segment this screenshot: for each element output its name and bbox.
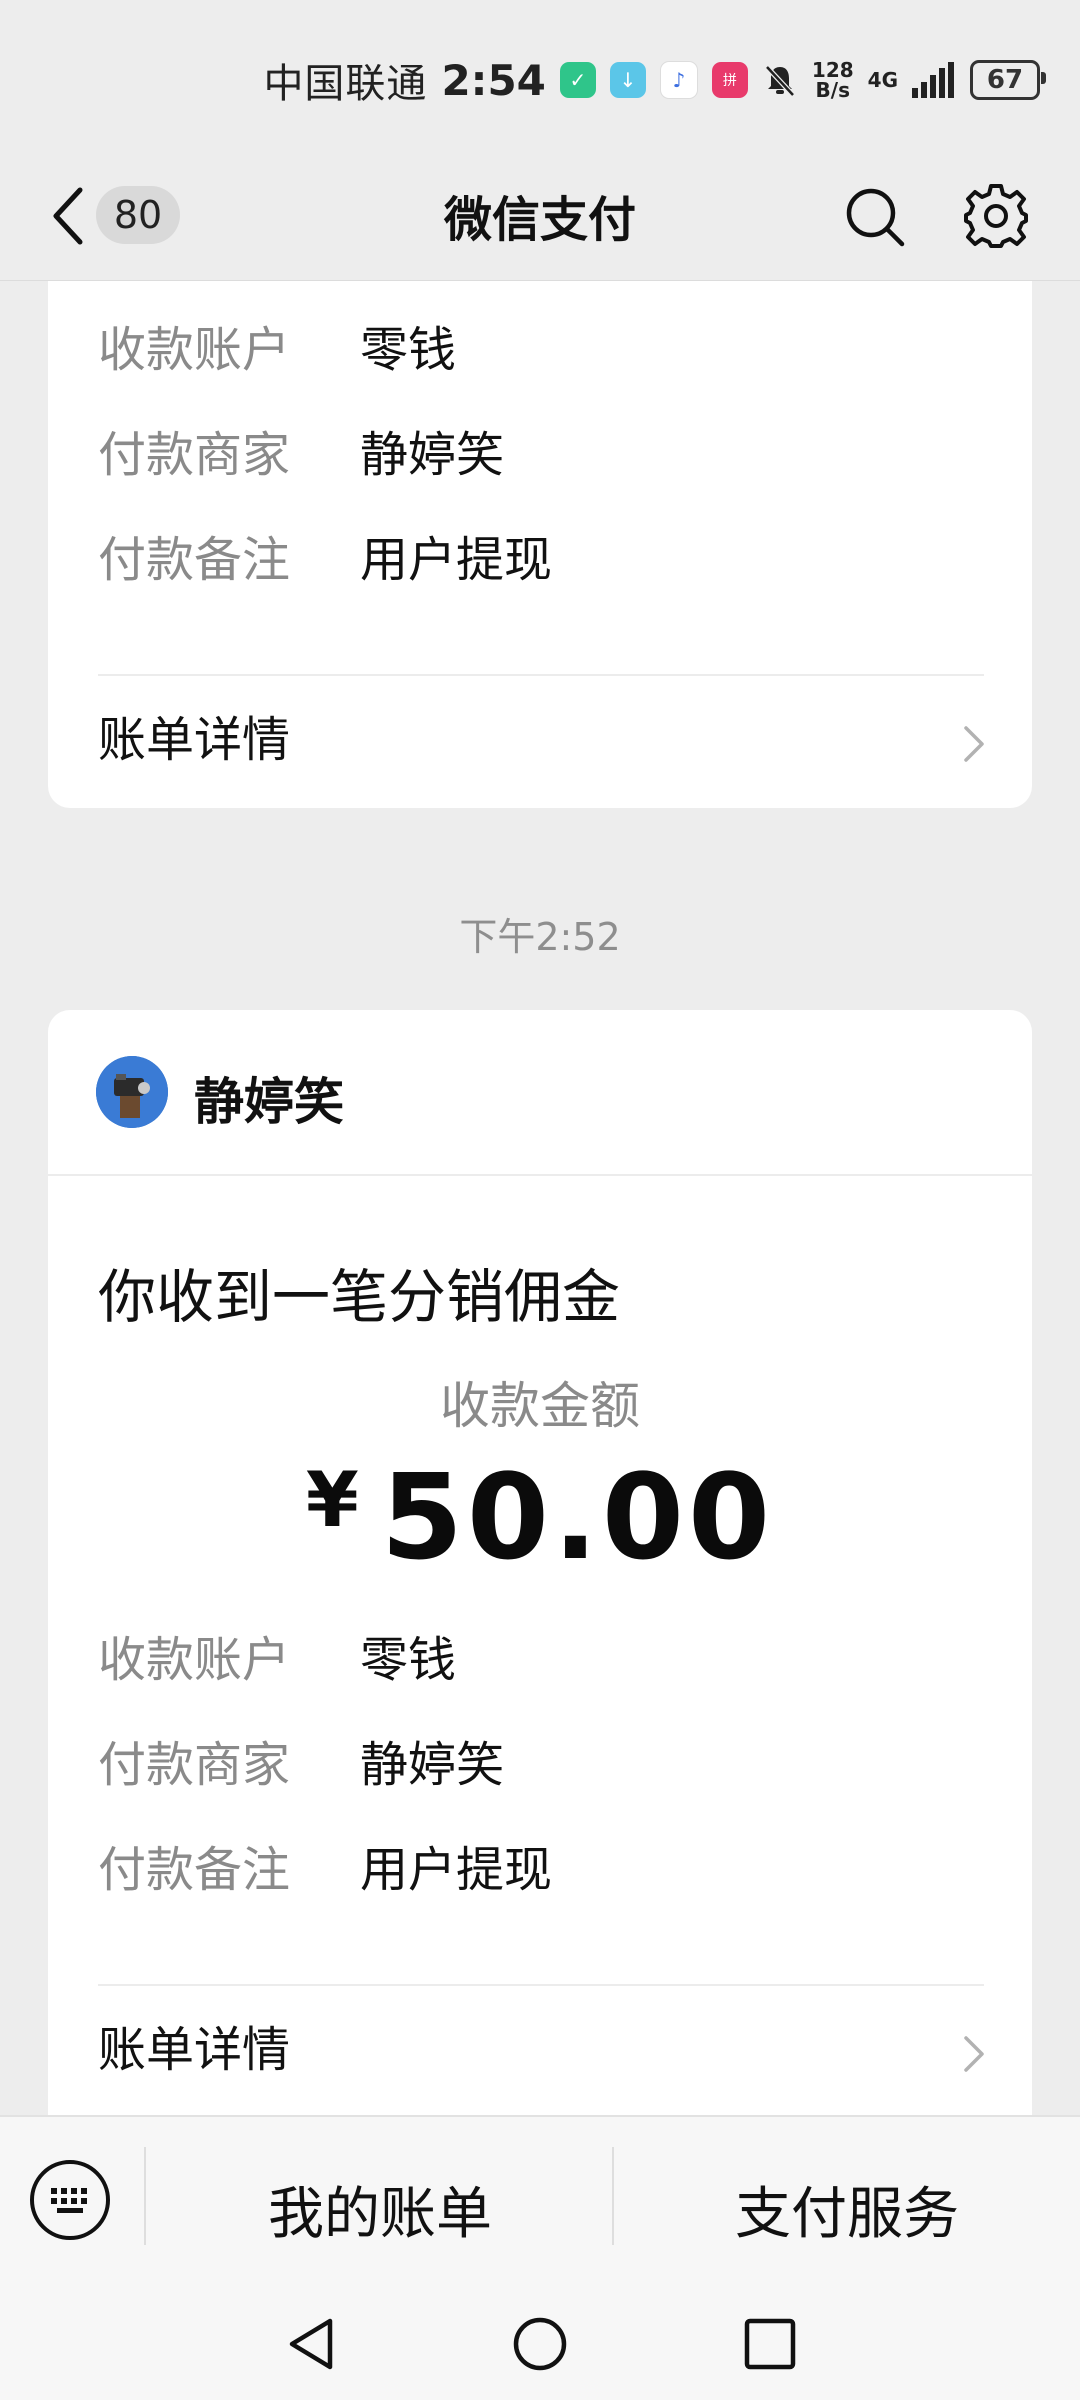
bill-detail-link[interactable]: 账单详情: [98, 700, 290, 770]
net-speed: 128 B/s: [811, 58, 854, 102]
info-row-remark: 付款备注 用户提现: [98, 1842, 553, 1898]
page-title: 微信支付: [443, 192, 636, 248]
info-row-account: 收款账户 零钱: [98, 322, 457, 378]
chevron-right-icon: [964, 2036, 984, 2072]
gear-icon[interactable]: [962, 182, 1030, 250]
message-timestamp: 下午2:52: [459, 915, 621, 959]
shopping-app-icon: 拼: [711, 62, 748, 98]
info-row-account: 收款账户 零钱: [98, 1632, 457, 1688]
menu-pay-services[interactable]: 支付服务: [614, 2169, 1080, 2250]
music-app-icon: ♪: [659, 61, 698, 99]
status-bar: 中国联通 2:54 ✓ ↓ ♪ 拼 128 B/s 4G 67: [0, 0, 1080, 150]
amount-display: ¥50.00: [48, 1448, 1032, 1586]
amount-label: 收款金额: [440, 1377, 640, 1435]
divider: [48, 1174, 1032, 1176]
keyboard-icon[interactable]: [30, 2160, 110, 2240]
info-row-merchant: 付款商家 静婷笑: [98, 1737, 505, 1793]
nav-home-icon[interactable]: [511, 2315, 569, 2373]
system-navigation-bar: [0, 2285, 1080, 2400]
signal-icon: [912, 62, 954, 98]
bill-detail-link[interactable]: 账单详情: [98, 2010, 290, 2080]
chevron-right-icon: [964, 726, 984, 762]
top-nav-bar: 80 微信支付: [0, 150, 1080, 281]
notification-title: 你收到一笔分销佣金: [98, 1263, 621, 1331]
download-app-icon: ↓: [609, 62, 646, 98]
carrier-label: 中国联通: [263, 61, 428, 107]
mute-bell-icon: [765, 65, 795, 97]
network-type: 4G: [867, 68, 898, 92]
currency-symbol: ¥: [305, 1455, 359, 1544]
search-icon[interactable]: [844, 186, 906, 248]
nav-back-icon[interactable]: [282, 2315, 338, 2373]
menu-my-bills[interactable]: 我的账单: [146, 2169, 614, 2250]
payment-card-previous[interactable]: 收款账户 零钱 付款商家 静婷笑 付款备注 用户提现 账单详情: [48, 280, 1032, 808]
message-list[interactable]: 收款账户 零钱 付款商家 静婷笑 付款备注 用户提现 账单详情 下午2:52 静婷笑 …: [0, 280, 1080, 2115]
sender-name: 静婷笑: [194, 1073, 344, 1131]
battery-icon: 67: [970, 60, 1046, 100]
info-row-merchant: 付款商家 静婷笑: [98, 427, 505, 483]
bottom-menu-bar: 我的账单 支付服务: [0, 2115, 1080, 2287]
shield-app-icon: ✓: [559, 62, 596, 98]
amount-value: 50.00: [380, 1448, 775, 1586]
nav-recents-icon[interactable]: [742, 2316, 798, 2372]
divider: [98, 1984, 984, 1986]
clock: 2:54: [441, 55, 546, 105]
info-row-remark: 付款备注 用户提现: [98, 532, 553, 588]
payment-card[interactable]: 静婷笑 你收到一笔分销佣金 收款金额 ¥50.00 收款账户 零钱 付款商家 静婷笑…: [48, 1010, 1032, 2115]
divider: [98, 674, 984, 676]
sender-avatar: [96, 1056, 168, 1128]
